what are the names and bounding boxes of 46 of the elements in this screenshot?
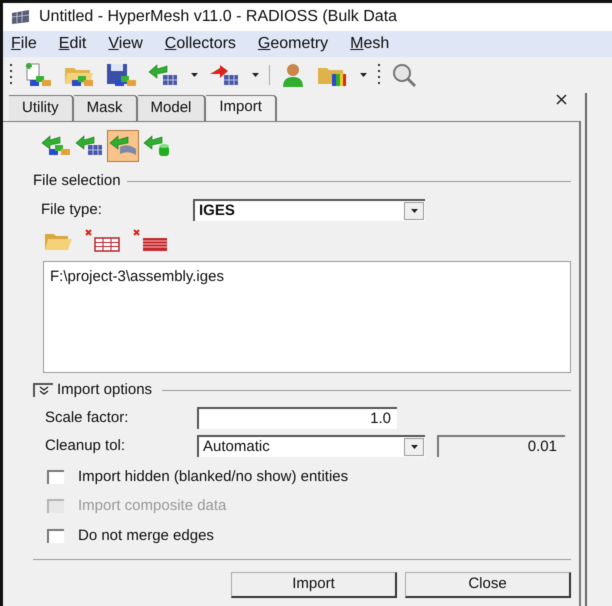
save-icon	[105, 62, 137, 88]
window-title: Untitled - HyperMesh v11.0 - RADIOSS (Bulk Data	[39, 7, 398, 27]
dialog-button[interactable]: Close	[405, 572, 571, 598]
menu-item[interactable]: Geometry	[258, 32, 328, 56]
checkbox-label: Import hidden (blanked/no show) entities	[78, 466, 348, 486]
checkbox[interactable]	[47, 470, 64, 484]
caret-icon	[360, 73, 367, 77]
new-model-icon	[23, 62, 53, 88]
file-list-item[interactable]: F:\project-3\assembly.iges	[50, 266, 564, 288]
menu-item[interactable]: File	[11, 32, 37, 56]
checkbox-label: Do not merge edges	[78, 526, 214, 546]
file-type-dropdown[interactable]: IGES	[193, 198, 425, 221]
remove-file-icon[interactable]	[85, 229, 121, 253]
cleanup-tol-dropdown[interactable]: Automatic	[197, 435, 425, 458]
close-icon	[556, 94, 567, 105]
tab[interactable]: Model	[138, 95, 206, 121]
cleanup-tol-label: Cleanup tol:	[45, 436, 126, 456]
caret-icon	[191, 73, 198, 77]
menu-item[interactable]: Collectors	[164, 32, 236, 56]
caret-icon	[252, 73, 259, 77]
menu-item[interactable]: View	[108, 32, 143, 56]
scale-factor-label: Scale factor:	[45, 408, 130, 428]
caret-icon	[410, 445, 418, 450]
cleanup-tol-field[interactable]: 0.01	[437, 435, 565, 458]
dropdown-arrow-button[interactable]	[404, 438, 424, 456]
dialog-button[interactable]: Import	[231, 572, 397, 598]
dropdown-arrow-button[interactable]	[404, 202, 424, 220]
menu-item[interactable]: Edit	[58, 32, 86, 56]
tab[interactable]: Mask	[74, 95, 138, 121]
caret-icon	[410, 208, 418, 213]
zoom-icon	[391, 62, 417, 88]
checkbox[interactable]	[47, 528, 64, 543]
user-icon	[280, 62, 306, 88]
file-type-label: File type:	[41, 200, 103, 220]
menu-item[interactable]: Mesh	[350, 32, 390, 56]
scale-factor-field[interactable]: 1.0	[197, 406, 397, 429]
app-icon	[11, 9, 31, 25]
section-title: File selection	[33, 171, 121, 191]
tab[interactable]: Import	[206, 95, 277, 121]
tab[interactable]: Utility	[9, 95, 74, 121]
collapse-toggle-icon[interactable]	[33, 383, 53, 398]
remove-all-files-icon[interactable]	[133, 229, 169, 253]
section-title: Import options	[57, 380, 152, 400]
checkbox-label: Import composite data	[78, 496, 226, 516]
import-type-button[interactable]	[107, 130, 139, 162]
connectors-import-icon	[142, 133, 172, 159]
